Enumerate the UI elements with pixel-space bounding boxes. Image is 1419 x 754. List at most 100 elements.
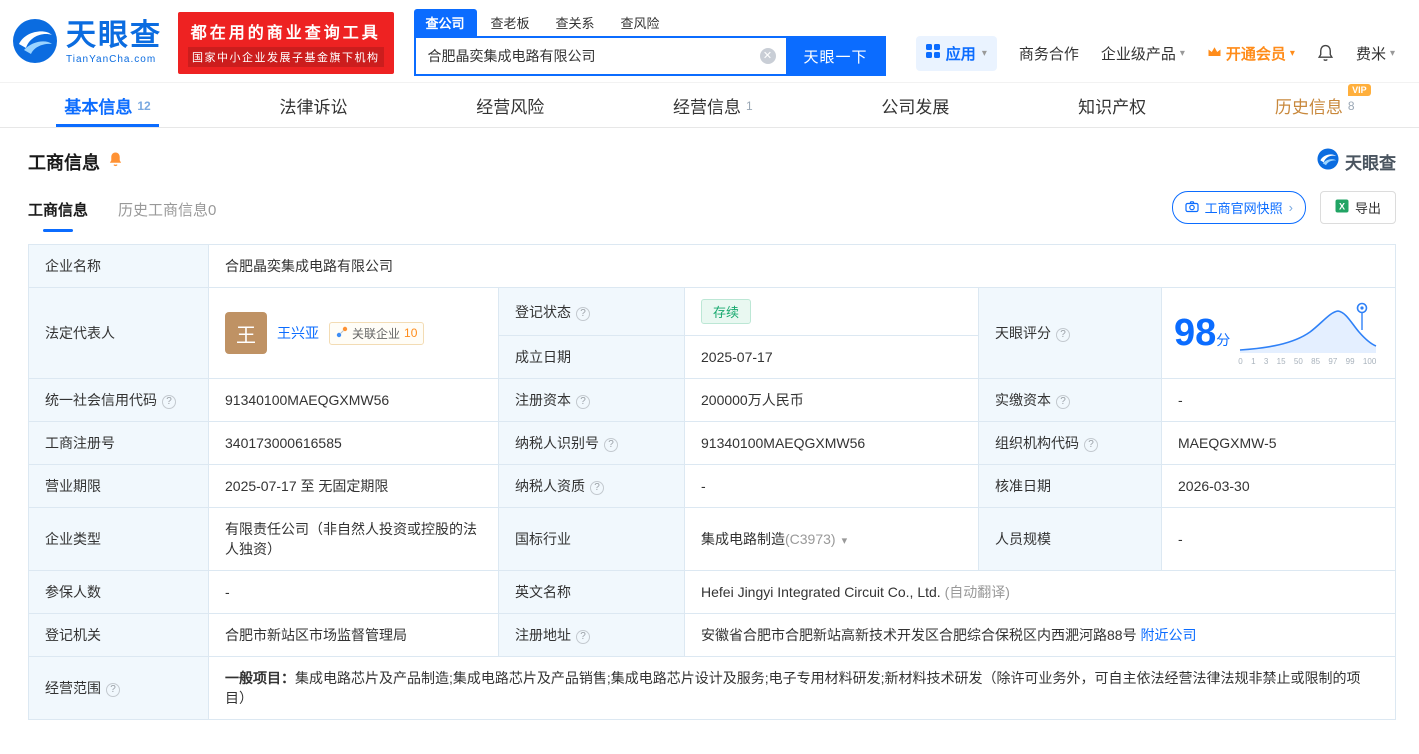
established-label: 成立日期 [499, 336, 685, 379]
tab-count: 8 [1348, 99, 1355, 113]
tab-label: 知识产权 [1078, 93, 1146, 118]
tab-count: 12 [137, 99, 150, 113]
help-icon[interactable]: ? [1056, 328, 1070, 342]
help-icon[interactable]: ? [604, 438, 618, 452]
staff-size-value: - [1162, 508, 1396, 571]
section-title: 工商信息 [28, 149, 100, 175]
search-tab-boss[interactable]: 查老板 [479, 9, 542, 36]
score-axis-labels: 0131550859799100 [1238, 357, 1376, 366]
taxpayer-quality-label: 纳税人资质? [499, 465, 685, 508]
main-content: 工商信息 天眼查 工商信息 历史工商信息0 工商官网快照 › X 导出 [0, 148, 1419, 720]
apps-label: 应用 [946, 43, 976, 64]
subtab-business-info[interactable]: 工商信息 [28, 199, 88, 232]
help-icon[interactable]: ? [1056, 395, 1070, 409]
insured-label: 参保人数 [29, 571, 209, 614]
brand-name: 天眼查 [66, 21, 162, 51]
open-vip-menu[interactable]: 开通会员 ▾ [1207, 43, 1295, 64]
search-input[interactable] [414, 36, 786, 76]
tab-operation-info[interactable]: 经营信息 1 [665, 83, 761, 127]
company-name-value: 合肥晶奕集成电路有限公司 [209, 245, 1396, 288]
legal-rep-avatar[interactable]: 王 [225, 312, 267, 354]
help-icon[interactable]: ? [576, 395, 590, 409]
camera-icon [1185, 200, 1199, 216]
top-header: 天眼查 TianYanCha.com 都在用的商业查询工具 国家中小企业发展子基… [0, 0, 1419, 82]
company-type-value: 有限责任公司（非自然人投资或控股的法人独资） [209, 508, 499, 571]
tab-company-development[interactable]: 公司发展 [873, 83, 957, 127]
chevron-down-icon[interactable]: ▾ [842, 535, 848, 547]
official-snapshot-button[interactable]: 工商官网快照 › [1172, 191, 1306, 224]
brand-domain: TianYanCha.com [66, 55, 162, 65]
score-distribution-chart: 0131550859799100 [1238, 300, 1378, 366]
tab-legal-litigation[interactable]: 法律诉讼 [271, 83, 355, 127]
user-menu[interactable]: 费米 ▾ [1356, 43, 1395, 64]
reg-no-label: 工商注册号 [29, 422, 209, 465]
related-companies-label: 关联企业 [352, 325, 400, 342]
address-label: 注册地址? [499, 614, 685, 657]
tab-intellectual-property[interactable]: 知识产权 [1070, 83, 1154, 127]
industry-name: 集成电路制造 [701, 531, 785, 547]
search-button[interactable]: 天眼一下 [786, 36, 886, 76]
tianyancha-logo-icon [12, 18, 58, 69]
table-row: 统一社会信用代码? 91340100MAEQGXMW56 注册资本? 20000… [29, 379, 1396, 422]
tab-history-info[interactable]: 历史信息 8 VIP [1267, 83, 1363, 127]
search-block: 查公司 查老板 查关系 查风险 ✕ 天眼一下 [414, 10, 886, 76]
help-icon[interactable]: ? [576, 307, 590, 321]
search-tab-relation[interactable]: 查关系 [544, 9, 607, 36]
chevron-down-icon: ▾ [1180, 48, 1185, 59]
nearby-companies-link[interactable]: 附近公司 [1140, 627, 1196, 643]
chevron-down-icon: ▾ [982, 48, 987, 59]
tab-label: 历史信息 [1275, 93, 1343, 118]
tab-label: 经营风险 [476, 93, 544, 118]
table-row: 营业期限 2025-07-17 至 无固定期限 纳税人资质? - 核准日期 20… [29, 465, 1396, 508]
related-companies-icon [336, 326, 348, 341]
chevron-right-icon: › [1289, 200, 1293, 215]
table-row: 企业类型 有限责任公司（非自然人投资或控股的法人独资） 国标行业 集成电路制造(… [29, 508, 1396, 571]
notification-bell-icon[interactable] [1317, 44, 1334, 62]
table-row: 经营范围? 一般项目：集成电路芯片及产品制造;集成电路芯片及产品销售;集成电路芯… [29, 657, 1396, 720]
tab-basic-info[interactable]: 基本信息 12 [56, 83, 158, 127]
help-icon[interactable]: ? [106, 683, 120, 697]
org-code-value: MAEQGXMW-5 [1162, 422, 1396, 465]
table-row: 参保人数 - 英文名称 Hefei Jingyi Integrated Circ… [29, 571, 1396, 614]
help-icon[interactable]: ? [590, 481, 604, 495]
business-info-table: 企业名称 合肥晶奕集成电路有限公司 法定代表人 王 王兴亚 关联企业 10 [28, 244, 1396, 720]
status-value: 存续 [685, 288, 979, 336]
monitor-bell-icon[interactable] [108, 151, 123, 172]
excel-icon: X [1335, 199, 1349, 216]
related-companies-tag[interactable]: 关联企业 10 [329, 322, 424, 345]
english-name-text: Hefei Jingyi Integrated Circuit Co., Ltd… [701, 584, 941, 600]
term-value: 2025-07-17 至 无固定期限 [209, 465, 499, 508]
table-row: 登记机关 合肥市新站区市场监督管理局 注册地址? 安徽省合肥市合肥新站高新技术开… [29, 614, 1396, 657]
table-row: 工商注册号 340173000616585 纳税人识别号? 91340100MA… [29, 422, 1396, 465]
tianyancha-logo[interactable]: 天眼查 TianYanCha.com [12, 18, 162, 69]
approval-date-label: 核准日期 [979, 465, 1162, 508]
help-icon[interactable]: ? [162, 395, 176, 409]
org-code-label: 组织机构代码? [979, 422, 1162, 465]
term-label: 营业期限 [29, 465, 209, 508]
export-button[interactable]: X 导出 [1320, 191, 1396, 224]
svg-text:X: X [1339, 202, 1345, 212]
vip-label: 开通会员 [1226, 43, 1286, 64]
search-tab-company[interactable]: 查公司 [414, 9, 477, 36]
industry-code: (C3973) [785, 531, 836, 547]
search-tab-risk[interactable]: 查风险 [609, 9, 672, 36]
chevron-down-icon: ▾ [1390, 48, 1395, 59]
company-tabbar: 基本信息 12 法律诉讼 经营风险 经营信息 1 公司发展 知识产权 历史信息 … [0, 82, 1419, 128]
legal-rep-name-link[interactable]: 王兴亚 [277, 323, 319, 343]
business-cooperation-link[interactable]: 商务合作 [1019, 43, 1079, 64]
subtab-history-business-info[interactable]: 历史工商信息0 [118, 199, 216, 232]
legal-rep-label: 法定代表人 [29, 288, 209, 379]
reg-capital-value: 200000万人民币 [685, 379, 979, 422]
apps-menu[interactable]: 应用 ▾ [916, 36, 997, 71]
authority-value: 合肥市新站区市场监督管理局 [209, 614, 499, 657]
company-name-label: 企业名称 [29, 245, 209, 288]
enterprise-products-menu[interactable]: 企业级产品 ▾ [1101, 43, 1185, 64]
clear-search-icon[interactable]: ✕ [760, 48, 776, 64]
score-unit: 分 [1216, 332, 1230, 348]
status-badge: 存续 [701, 299, 751, 324]
tab-operation-risk[interactable]: 经营风险 [468, 83, 552, 127]
help-icon[interactable]: ? [576, 630, 590, 644]
uscc-value: 91340100MAEQGXMW56 [209, 379, 499, 422]
score-number: 98 [1174, 312, 1216, 354]
help-icon[interactable]: ? [1084, 438, 1098, 452]
